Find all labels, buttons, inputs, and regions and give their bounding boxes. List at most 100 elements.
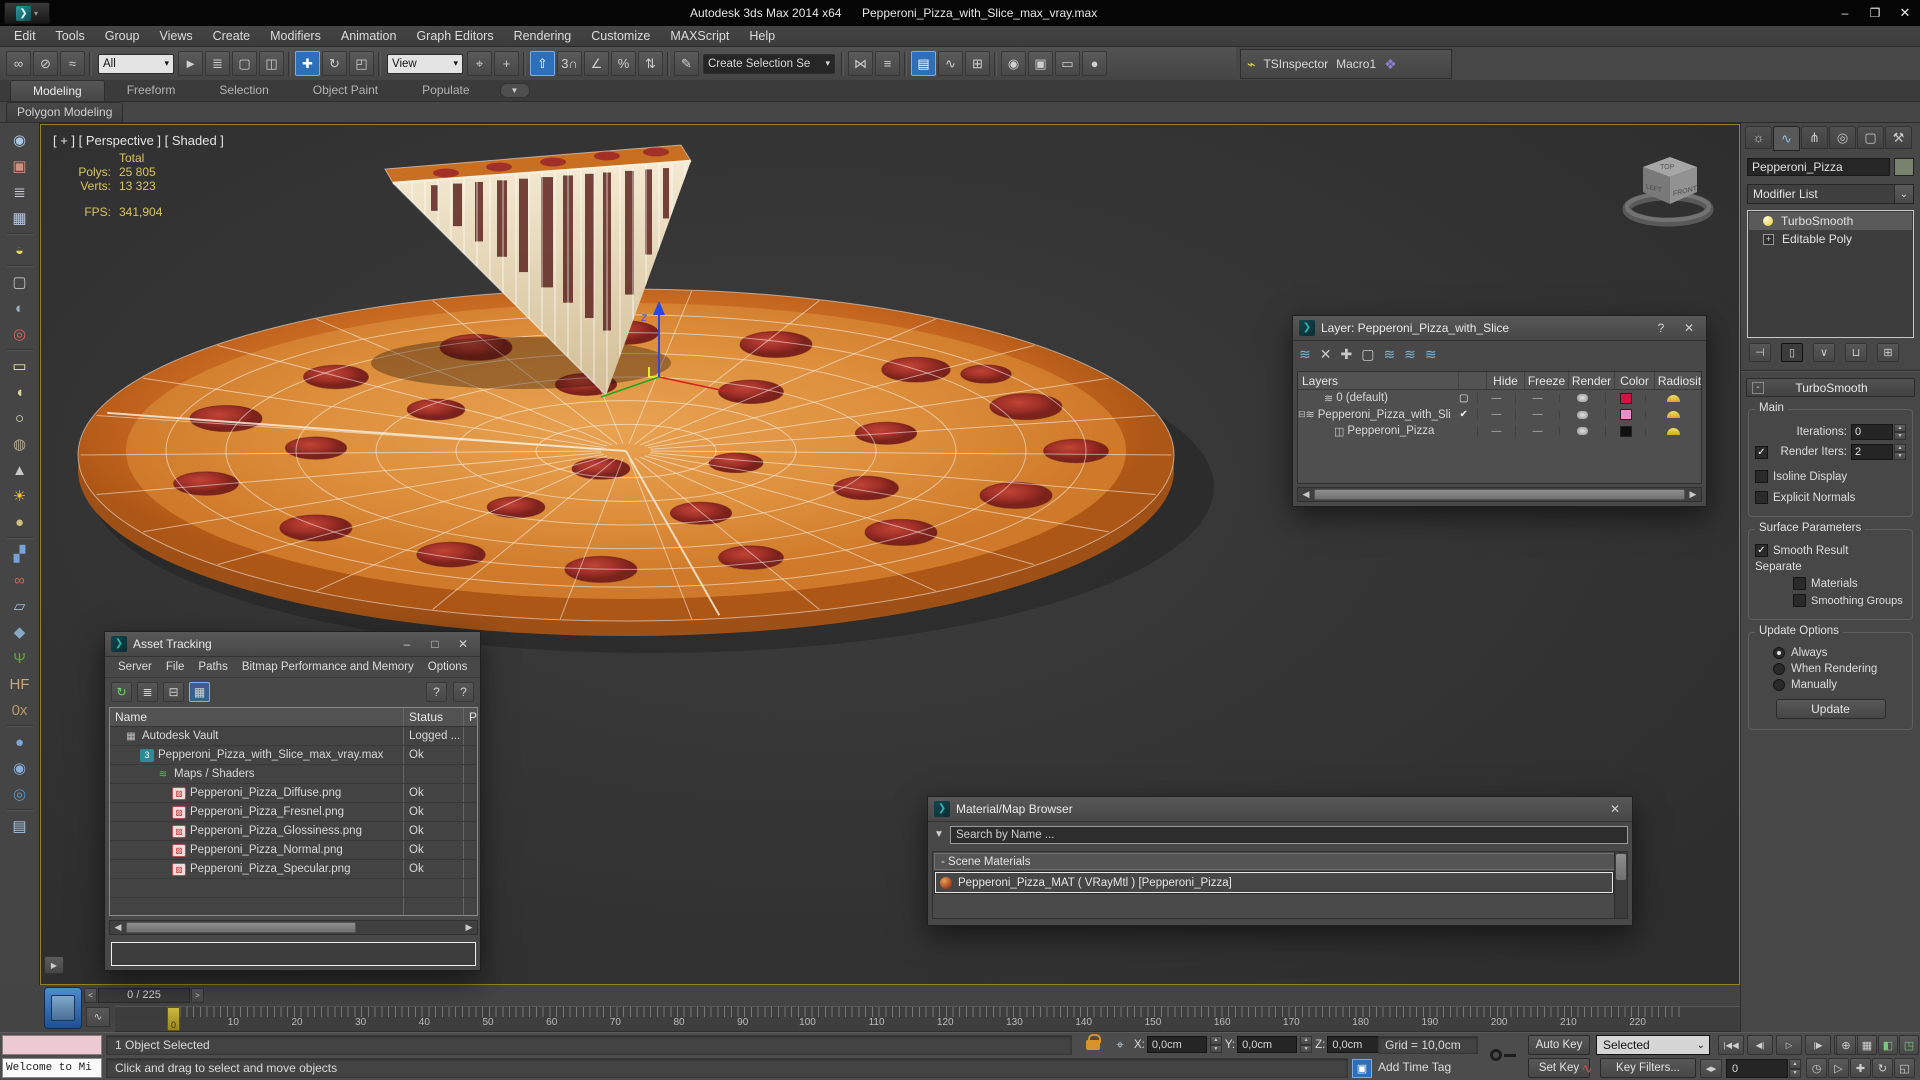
menu-item[interactable]: Modifiers — [260, 27, 331, 45]
spheres-icon[interactable]: ∞ — [6, 568, 34, 592]
close-icon[interactable]: ✕ — [1604, 800, 1626, 818]
layer-color-cell[interactable] — [1605, 425, 1645, 437]
view-cube[interactable]: TOP LEFT FRONT — [1613, 143, 1723, 235]
tab-populate[interactable]: Populate — [400, 80, 491, 101]
maximize-button[interactable]: □ — [424, 635, 446, 653]
rock-icon[interactable]: ◆ — [6, 620, 34, 644]
render-production-icon[interactable]: ● — [1082, 51, 1107, 76]
current-layer-indicator[interactable]: ▢ — [1450, 393, 1477, 404]
key-filter-dropdown[interactable]: Selected — [1596, 1035, 1710, 1055]
render-dialog-icon[interactable]: ≣ — [6, 180, 34, 204]
menu-item[interactable]: File — [159, 659, 192, 675]
reference-coordsys-dropdown[interactable]: View — [387, 53, 463, 74]
filter-dropdown-icon[interactable]: ▼ — [932, 829, 946, 840]
scene-materials-group[interactable]: - Scene Materials — [934, 853, 1626, 870]
object-name-field[interactable]: Pepperoni_Pizza — [1747, 158, 1890, 176]
smoothing-groups-checkbox[interactable] — [1793, 594, 1806, 607]
layer-row[interactable]: ◫ Pepperoni_Pizza — — — [1298, 423, 1701, 440]
set-keys-icon[interactable] — [1488, 1037, 1518, 1077]
rendered-frame-icon[interactable]: ▭ — [1055, 51, 1080, 76]
key-filters-button[interactable]: Key Filters... — [1600, 1058, 1696, 1078]
dome-light-icon[interactable]: ◖ — [6, 380, 34, 404]
align-icon[interactable]: ≡ — [875, 51, 900, 76]
separator[interactable] — [288, 51, 291, 76]
help-icon[interactable]: ? — [453, 681, 474, 702]
color-swatch[interactable] — [1619, 392, 1632, 404]
time-slider[interactable]: 0 — [167, 1007, 180, 1031]
separator[interactable] — [378, 51, 381, 76]
separator[interactable] — [667, 51, 670, 76]
curve-editor-icon[interactable]: ∿ — [938, 51, 963, 76]
next-frame-arrow[interactable]: > — [191, 988, 204, 1003]
render-iters-spinner[interactable]: ▲ ▼ — [1894, 444, 1906, 460]
camera-night-icon[interactable]: ◐ — [6, 296, 34, 320]
menu-item[interactable]: Server — [111, 659, 159, 675]
current-layer-indicator[interactable]: ✔ — [1450, 409, 1477, 420]
strip-separator[interactable] — [6, 725, 33, 727]
select-highlighted-icon[interactable]: ▢ — [1361, 346, 1374, 363]
sphere-light-icon[interactable]: ○ — [6, 406, 34, 430]
render-toggle[interactable] — [1559, 394, 1605, 403]
separator[interactable] — [523, 51, 526, 76]
asset-row[interactable] — [110, 898, 477, 915]
flashlight-icon[interactable]: ⌁ — [1247, 56, 1255, 73]
selection-filter-dropdown[interactable]: All — [98, 53, 174, 74]
manually-radio[interactable] — [1773, 679, 1785, 691]
time-configuration-icon[interactable]: ◷ — [1806, 1058, 1827, 1078]
smooth-result-checkbox[interactable]: ✓ — [1755, 544, 1768, 557]
wire-teapot-icon[interactable]: ◍ — [6, 432, 34, 456]
material-dialog-titlebar[interactable]: ❯ Material/Map Browser ✕ — [928, 797, 1632, 822]
minimize-button[interactable]: – — [396, 635, 418, 653]
hair-fur-icon[interactable]: HF — [6, 672, 34, 696]
scrollbar-thumb[interactable] — [1616, 854, 1626, 880]
strip-separator[interactable] — [6, 265, 33, 267]
menu-item[interactable]: Graph Editors — [406, 27, 503, 45]
horizontal-scrollbar[interactable]: ◀ ▶ — [1297, 487, 1702, 502]
default-in-out-tangents-icon[interactable]: ∿ — [1578, 1059, 1596, 1079]
named-selection-set-dropdown[interactable]: Create Selection Se — [703, 53, 835, 74]
asset-row[interactable]: ▦ Autodesk Vault Logged ... — [110, 727, 477, 746]
light-lister-icon[interactable]: ◒ — [6, 238, 34, 262]
render-settings-icon[interactable]: ▦ — [6, 206, 34, 230]
next-frame-button[interactable]: |▶ — [1805, 1035, 1831, 1055]
material-editor-icon[interactable]: ◉ — [1001, 51, 1026, 76]
collapse-icon[interactable]: - — [1752, 381, 1764, 394]
restore-button[interactable]: ❐ — [1860, 2, 1890, 24]
make-unique-button[interactable]: ∨ — [1813, 343, 1835, 362]
highlight-layer-icon[interactable]: ≋ — [1404, 346, 1416, 363]
named-selection-sets-icon[interactable]: ✎ — [674, 51, 699, 76]
expand-toggle[interactable]: ⊟ — [1298, 409, 1306, 420]
previous-frame-button[interactable]: ◀| — [1747, 1035, 1773, 1055]
render-toggle[interactable] — [1559, 410, 1605, 419]
search-input[interactable]: Search by Name ... — [950, 825, 1628, 844]
asset-row[interactable]: ▨ Pepperoni_Pizza_Normal.png Ok — [110, 841, 477, 860]
keyboard-override-icon[interactable]: ⇧ — [530, 51, 555, 76]
select-rotate-icon[interactable]: ↻ — [322, 51, 347, 76]
viewport-label[interactable]: [ + ] [ Perspective ] [ Shaded ] — [53, 133, 224, 148]
rectangular-selection-icon[interactable]: ▢ — [232, 51, 257, 76]
percent-snap-icon[interactable]: % — [611, 51, 636, 76]
sphere-select-icon[interactable]: ◎ — [6, 782, 34, 806]
macro-grid-icon[interactable]: ❖ — [1384, 56, 1397, 73]
hide-toggle[interactable]: — — [1477, 392, 1515, 404]
y-coordinate-field[interactable]: 0,0cm — [1237, 1036, 1298, 1053]
current-frame-field[interactable]: 0 — [1726, 1059, 1788, 1078]
layer-name[interactable]: 0 (default) — [1336, 392, 1388, 404]
radiosity-toggle[interactable] — [1645, 427, 1701, 435]
asset-name[interactable]: Maps / Shaders — [174, 768, 255, 780]
minimize-button[interactable]: – — [1830, 2, 1860, 24]
horizontal-scrollbar[interactable]: ◀ ▶ — [109, 920, 478, 935]
polygon-modeling-tab[interactable]: Polygon Modeling — [6, 102, 124, 122]
delete-layer-icon[interactable]: ✕ — [1320, 346, 1332, 363]
time-tag-icon[interactable]: ▣ — [1352, 1059, 1372, 1078]
asset-name[interactable]: Pepperoni_Pizza_Normal.png — [190, 844, 343, 856]
x-coordinate-field[interactable]: 0,0cm — [1146, 1036, 1207, 1053]
layer-name[interactable]: Pepperoni_Pizza — [1347, 425, 1434, 437]
configure-modifier-sets-button[interactable]: ⊞ — [1877, 343, 1899, 362]
asset-row[interactable]: ▨ Pepperoni_Pizza_Glossiness.png Ok — [110, 822, 477, 841]
asset-name[interactable]: Pepperoni_Pizza_Glossiness.png — [190, 825, 362, 837]
asset-name[interactable]: Pepperoni_Pizza_with_Slice_max_vray.max — [158, 749, 383, 761]
array-icon[interactable]: ▞ — [6, 542, 34, 566]
add-time-tag[interactable]: Add Time Tag — [1378, 1060, 1451, 1074]
layer-row[interactable]: ≋ 0 (default) ▢ — — — [1298, 390, 1701, 407]
